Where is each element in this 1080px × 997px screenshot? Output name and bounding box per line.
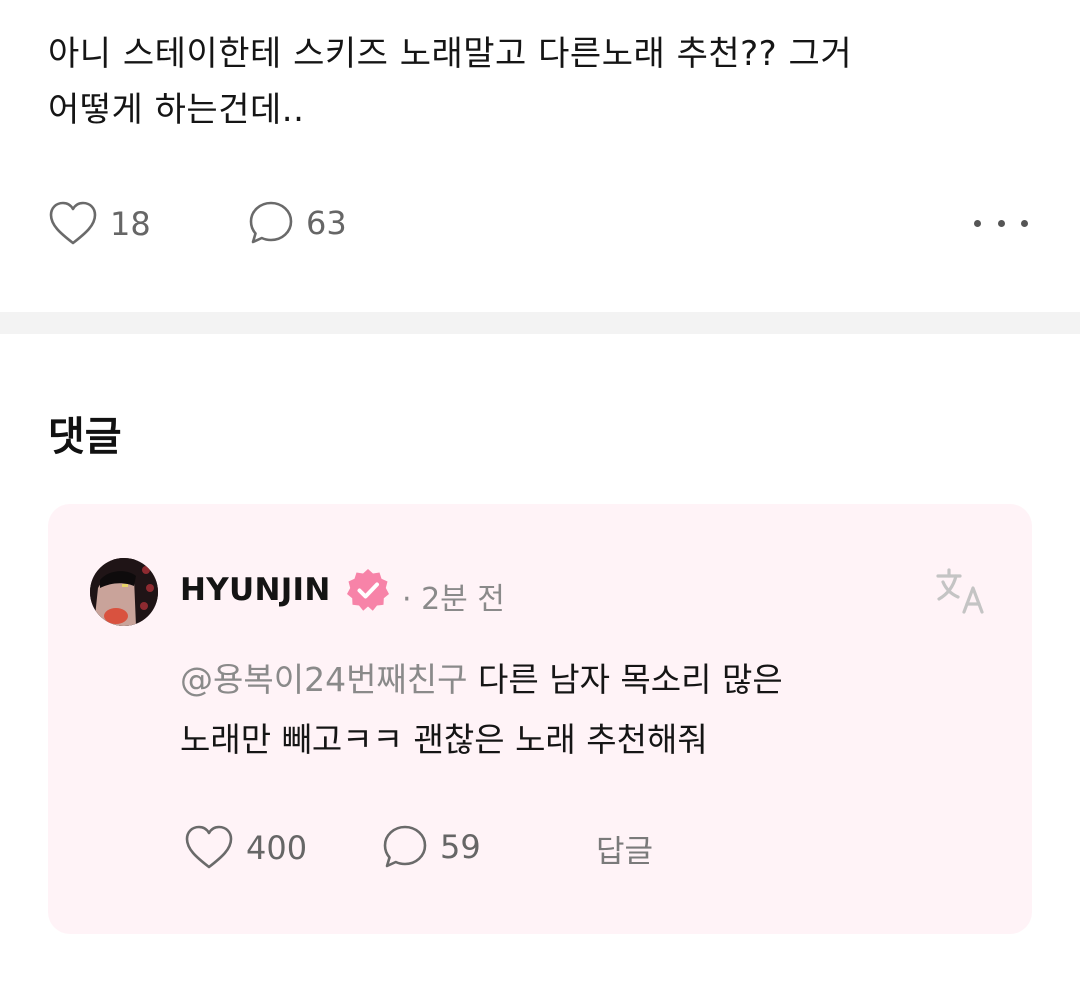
avatar[interactable] xyxy=(90,558,158,626)
section-divider xyxy=(0,312,1080,334)
comment-like-button[interactable]: 400 xyxy=(184,824,307,872)
more-horizontal-icon[interactable] xyxy=(974,214,1028,232)
comment-like-count: 400 xyxy=(246,829,308,867)
heart-icon xyxy=(185,825,233,869)
post-comment-count: 63 xyxy=(306,204,347,242)
comment-icon xyxy=(383,825,427,868)
comment-text-line: 노래만 빼고ㅋㅋ 괜찮은 노래 추천해줘 xyxy=(180,720,708,759)
comment-card: HYUNJIN · 2분 전 @용복이24번째친구 다른 남자 목소리 많은 노… xyxy=(48,504,1032,934)
more-dot xyxy=(974,219,981,227)
post-body: 아니 스테이한테 스키즈 노래말고 다른노래 추천?? 그거 어떻게 하는건데.… xyxy=(48,26,1008,138)
mention-link[interactable]: @용복이24번째친구 xyxy=(180,660,468,699)
post: 아니 스테이한테 스키즈 노래말고 다른노래 추천?? 그거 어떻게 하는건데.… xyxy=(0,0,1080,312)
page: 아니 스테이한테 스키즈 노래말고 다른노래 추천?? 그거 어떻게 하는건데.… xyxy=(0,0,1080,997)
post-comment-button[interactable]: 63 xyxy=(248,200,347,246)
more-dot xyxy=(997,219,1005,227)
comment-icon xyxy=(249,201,293,244)
comment-body: @용복이24번째친구 다른 남자 목소리 많은 노래만 빼고ㅋㅋ 괜찮은 노래 … xyxy=(180,650,940,770)
comment-reply-count-button[interactable]: 59 xyxy=(382,824,481,870)
post-like-count: 18 xyxy=(110,205,151,243)
verified-badge-icon xyxy=(347,569,389,611)
avatar-image xyxy=(90,558,158,626)
post-text-line: 어떻게 하는건데.. xyxy=(48,90,305,130)
comments-heading: 댓글 xyxy=(48,414,122,460)
comment-text-segment: 다른 남자 목소리 많은 xyxy=(467,660,783,699)
translate-icon[interactable] xyxy=(934,564,988,618)
more-dot xyxy=(1021,219,1028,227)
reply-button[interactable]: 답글 xyxy=(596,826,653,871)
heart-icon xyxy=(49,201,97,245)
comment-text-line: @용복이24번째친구 다른 남자 목소리 많은 xyxy=(180,650,940,710)
comment-username[interactable]: HYUNJIN xyxy=(180,572,331,608)
post-text-line: 아니 스테이한테 스키즈 노래말고 다른노래 추천?? 그거 xyxy=(48,34,853,74)
comment-timestamp: · 2분 전 xyxy=(402,582,505,617)
post-like-button[interactable]: 18 xyxy=(48,200,151,248)
comment-reply-count: 59 xyxy=(440,828,481,866)
